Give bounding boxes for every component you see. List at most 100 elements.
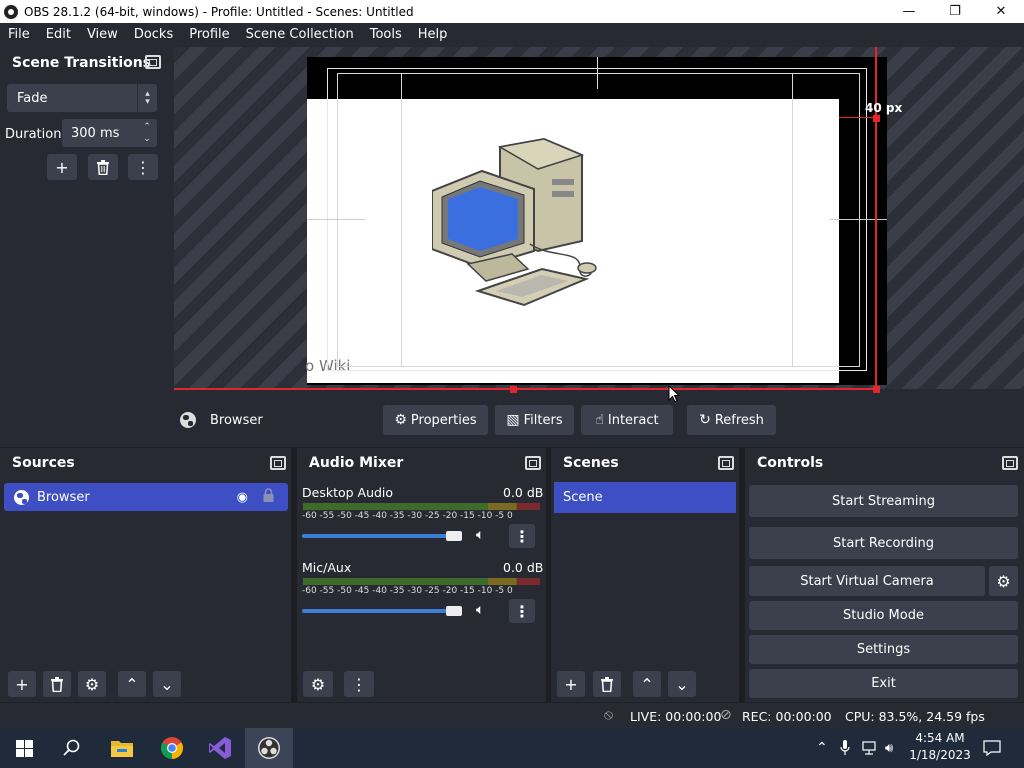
spin-arrows-icon[interactable]: ⌃ ⌄ xyxy=(139,119,155,147)
move-scene-down-button[interactable]: ⌄ xyxy=(668,671,696,697)
visual-studio-icon xyxy=(209,737,231,759)
move-source-down-button[interactable]: ⌄ xyxy=(153,671,181,697)
desktop-audio-menu-button[interactable]: ⋮ xyxy=(509,524,535,548)
kebab-icon: ⋮ xyxy=(135,157,151,177)
chevron-updown-icon: ▴ ▾ xyxy=(137,84,157,112)
obs-icon xyxy=(258,737,280,759)
hand-pointer-icon: ☝ xyxy=(595,412,604,428)
speaker-icon[interactable]: 🔈︎ xyxy=(476,602,484,618)
move-scene-up-button[interactable]: ⌃ xyxy=(633,671,661,697)
globe-icon xyxy=(180,412,196,428)
start-streaming-label: Start Streaming xyxy=(831,493,936,509)
resize-handle-right[interactable] xyxy=(873,115,880,122)
lock-icon[interactable] xyxy=(263,488,274,502)
add-source-button[interactable]: + xyxy=(8,671,36,697)
gear-icon: ⚙ xyxy=(394,412,407,428)
audio-mixer-header: Audio Mixer xyxy=(297,448,547,478)
network-icon[interactable] xyxy=(862,728,880,768)
center-guide-left xyxy=(307,219,365,220)
scene-item[interactable]: Scene xyxy=(554,482,736,513)
source-properties-button[interactable]: ⚙ xyxy=(78,671,106,697)
transition-select[interactable]: Fade ▴ ▾ xyxy=(7,84,157,112)
selection-right-edge[interactable] xyxy=(875,47,877,390)
audio-advanced-settings-button[interactable]: ⚙ xyxy=(303,671,333,697)
chevron-up-icon: ⌃ xyxy=(125,674,139,694)
search-button[interactable] xyxy=(48,728,96,768)
remove-source-button[interactable] xyxy=(43,671,71,697)
undock-icon[interactable] xyxy=(718,456,734,470)
start-virtual-camera-button[interactable]: Start Virtual Camera xyxy=(749,566,985,596)
folder-icon xyxy=(111,741,133,757)
menu-docks[interactable]: Docks xyxy=(126,23,181,46)
mic-aux-volume-slider[interactable] xyxy=(302,609,462,613)
minimize-button[interactable]: — xyxy=(886,0,932,23)
mic-aux-menu-button[interactable]: ⋮ xyxy=(509,599,535,623)
window-title: OBS 28.1.2 (64-bit, windows) - Profile: … xyxy=(24,4,414,19)
microphone-icon[interactable] xyxy=(840,728,850,768)
desktop-audio-volume-handle[interactable] xyxy=(446,531,462,541)
speaker-icon[interactable]: 🔈︎ xyxy=(476,527,484,543)
undock-icon[interactable] xyxy=(525,456,541,470)
menu-view[interactable]: View xyxy=(79,23,126,46)
start-streaming-button[interactable]: Start Streaming xyxy=(749,485,1018,517)
mic-aux-ticks: -60 -55 -50 -45 -40 -35 -30 -25 -20 -15 … xyxy=(302,586,513,596)
resize-handle-bottom[interactable] xyxy=(510,386,517,393)
menu-scene-collection[interactable]: Scene Collection xyxy=(238,23,362,46)
remove-transition-button[interactable] xyxy=(88,154,118,180)
obs-app-icon xyxy=(4,4,18,19)
refresh-button[interactable]: ↻ Refresh xyxy=(687,405,776,435)
mic-aux-meter xyxy=(303,578,540,585)
current-source: Browser xyxy=(180,412,263,428)
kebab-icon: ⋮ xyxy=(351,674,367,694)
eye-icon[interactable]: ◉ xyxy=(237,490,248,505)
transition-menu-button[interactable]: ⋮ xyxy=(128,154,158,180)
maximize-button[interactable]: ❐ xyxy=(932,0,978,23)
selection-bottom-edge[interactable] xyxy=(174,388,878,390)
studio-mode-label: Studio Mode xyxy=(843,608,924,623)
file-explorer-button[interactable] xyxy=(98,728,146,768)
refresh-label: Refresh xyxy=(714,412,764,428)
menu-tools[interactable]: Tools xyxy=(362,23,410,46)
audio-mixer-menu-button[interactable]: ⋮ xyxy=(344,671,374,697)
menu-edit[interactable]: Edit xyxy=(38,23,79,46)
mic-aux-volume-handle[interactable] xyxy=(446,606,462,616)
properties-label: Properties xyxy=(410,412,477,428)
interact-button[interactable]: ☝ Interact xyxy=(581,405,673,435)
title-bar: OBS 28.1.2 (64-bit, windows) - Profile: … xyxy=(0,0,1024,23)
add-transition-button[interactable]: + xyxy=(47,154,77,180)
undock-icon[interactable] xyxy=(270,456,286,470)
menu-file[interactable]: File xyxy=(0,23,38,46)
transition-selected-value: Fade xyxy=(17,90,48,106)
start-button[interactable] xyxy=(0,728,48,768)
obs-taskbar-button[interactable] xyxy=(245,728,293,768)
undock-icon[interactable] xyxy=(1002,456,1018,470)
filters-button[interactable]: ▧ Filters xyxy=(495,405,574,435)
resize-handle-bottom-right[interactable] xyxy=(873,386,880,393)
studio-mode-button[interactable]: Studio Mode xyxy=(749,601,1018,630)
exit-button[interactable]: Exit xyxy=(749,669,1018,698)
source-item-browser[interactable]: Browser ◉ xyxy=(4,483,288,511)
desktop-audio-volume-slider[interactable] xyxy=(302,534,462,538)
undock-icon[interactable] xyxy=(145,55,161,69)
status-bar: ⦸ LIVE: 00:00:00 ⊘ REC: 00:00:00 CPU: 83… xyxy=(0,702,1024,728)
move-source-up-button[interactable]: ⌃ xyxy=(118,671,146,697)
volume-icon[interactable]: 🔊︎ xyxy=(885,728,893,768)
visual-studio-button[interactable] xyxy=(196,728,244,768)
trash-icon xyxy=(601,676,613,692)
virtual-camera-settings-button[interactable]: ⚙ xyxy=(989,566,1018,596)
desktop-audio-meter xyxy=(303,503,540,510)
close-button[interactable]: ✕ xyxy=(978,0,1024,23)
notifications-icon[interactable] xyxy=(983,728,1001,768)
duration-spinbox[interactable]: 300 ms ⌃ ⌄ xyxy=(62,119,157,147)
menu-profile[interactable]: Profile xyxy=(181,23,237,46)
desktop-audio-ticks: -60 -55 -50 -45 -40 -35 -30 -25 -20 -15 … xyxy=(302,511,513,521)
add-scene-button[interactable]: + xyxy=(557,671,585,697)
tray-overflow-icon[interactable]: ⌃ xyxy=(816,728,828,768)
taskbar-clock[interactable]: 4:54 AM 1/18/2023 xyxy=(905,730,975,764)
remove-scene-button[interactable] xyxy=(593,671,621,697)
start-recording-button[interactable]: Start Recording xyxy=(749,527,1018,559)
properties-button[interactable]: ⚙ Properties xyxy=(383,405,488,435)
settings-button[interactable]: Settings xyxy=(749,635,1018,664)
menu-help[interactable]: Help xyxy=(410,23,456,46)
chrome-button[interactable] xyxy=(148,728,196,768)
